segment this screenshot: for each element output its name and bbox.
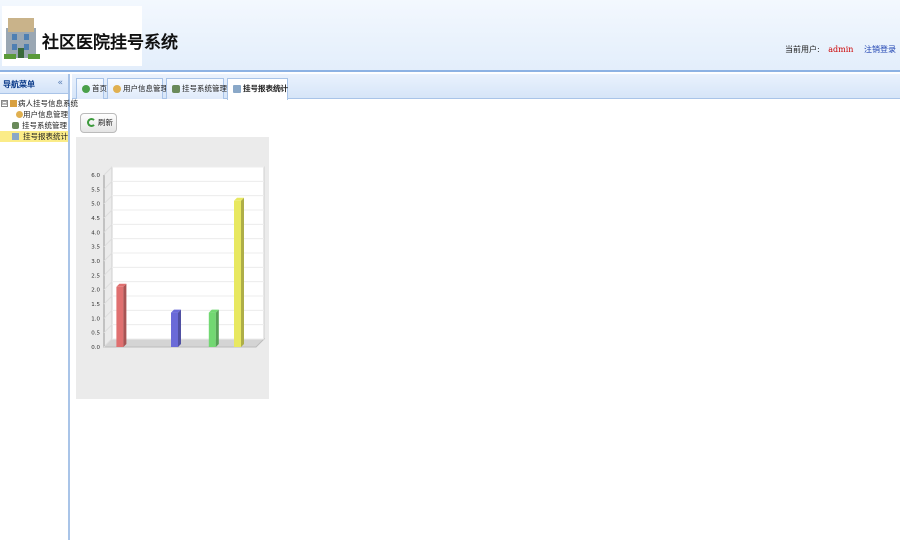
y-tick-label: 2.0: [91, 288, 100, 294]
home-icon: [82, 85, 90, 93]
sidebar: 导航菜单 « ⊟ 病人挂号信息系统 用户信息管理 挂号系统管理 挂号报表统计: [0, 74, 78, 540]
sidebar-item-label: 用户信息管理: [23, 110, 68, 119]
user-icon: [113, 85, 121, 93]
sidebar-item-user-info[interactable]: 用户信息管理: [0, 109, 68, 120]
bar: [234, 200, 241, 347]
y-tick-label: 4.5: [91, 216, 100, 222]
bar: [208, 312, 216, 347]
sidebar-header: 导航菜单 «: [0, 74, 68, 94]
y-tick-label: 5.5: [91, 187, 100, 193]
y-tick-label: 3.5: [91, 245, 100, 251]
sidebar-item-label: 挂号报表统计: [23, 132, 68, 141]
hospital-building-icon: [4, 18, 40, 59]
current-user-label: 当前用户:: [785, 45, 820, 54]
y-tick-label: 0.0: [91, 345, 100, 351]
user-icon: [16, 111, 23, 118]
tab-user-info[interactable]: 用户信息管理 ×: [107, 78, 168, 99]
grid-line-side: [103, 238, 113, 248]
bar-side: [123, 283, 127, 347]
tab-label: 首页: [92, 84, 107, 93]
folder-icon: [10, 100, 17, 107]
y-tick-label: 1.0: [91, 316, 100, 322]
y-tick-label: 5.0: [91, 202, 100, 208]
grid-line-side: [103, 209, 113, 219]
grid-line-side: [103, 281, 113, 291]
gear-icon: [172, 85, 180, 93]
grid-line-side: [103, 166, 113, 176]
tab-home[interactable]: 首页: [76, 78, 107, 99]
app-header: 社区医院挂号系统 当前用户: admin 注销登录: [0, 0, 900, 72]
chart-icon: [12, 133, 19, 140]
y-tick-label: 1.5: [91, 302, 100, 308]
y-tick-label: 2.5: [91, 273, 100, 279]
sidebar-item-report[interactable]: 挂号报表统计: [0, 131, 68, 142]
y-tick-label: 4.0: [91, 230, 100, 236]
tab-label: 挂号系统管理: [182, 84, 227, 93]
tree-root-label: 病人挂号信息系统: [18, 99, 78, 108]
collapse-icon[interactable]: «: [57, 78, 63, 88]
grid-line-side: [103, 324, 113, 334]
close-icon[interactable]: ×: [278, 79, 284, 99]
bar-side: [178, 309, 181, 347]
refresh-button[interactable]: 刷新: [80, 113, 117, 133]
sidebar-item-registration[interactable]: 挂号系统管理: [0, 120, 68, 131]
tab-registration[interactable]: 挂号系统管理 ×: [166, 78, 227, 99]
refresh-icon: [87, 118, 96, 127]
bar-side: [241, 197, 244, 347]
sidebar-title: 导航菜单: [3, 80, 35, 89]
refresh-label: 刷新: [98, 118, 113, 127]
grid-line-side: [103, 195, 113, 205]
tree-root[interactable]: ⊟ 病人挂号信息系统: [0, 98, 78, 109]
sidebar-item-label: 挂号系统管理: [22, 121, 67, 130]
tab-label: 用户信息管理: [123, 84, 168, 93]
y-tick-label: 3.0: [91, 259, 100, 265]
current-user-name: admin: [828, 45, 854, 54]
close-icon[interactable]: ×: [214, 79, 220, 99]
app-title: 社区医院挂号系统: [42, 33, 178, 53]
y-tick-label: 0.5: [91, 331, 100, 337]
chart-icon: [233, 85, 241, 93]
grid-line-side: [103, 180, 113, 190]
bar: [116, 286, 124, 347]
user-area: 当前用户: admin 注销登录: [785, 44, 896, 55]
bar: [171, 312, 178, 347]
grid-line-side: [103, 252, 113, 262]
tab-bar: 首页 用户信息管理 × 挂号系统管理 × 挂号报表统计 ×: [72, 74, 900, 100]
grid-line-side: [103, 295, 113, 305]
grid-line-side: [103, 266, 113, 276]
y-tick-label: 6.0: [91, 173, 100, 179]
tree-toggle-icon[interactable]: ⊟: [1, 100, 8, 107]
bar-side: [215, 309, 219, 347]
bar-chart: 0.0 0.5 1.0 1.5 2.0 2.5 3.0 3.5 4.0 4.5 5.0 5.5 6.0: [91, 166, 266, 351]
grid-line-side: [103, 223, 113, 233]
logout-link[interactable]: 注销登录: [864, 45, 896, 54]
tab-report[interactable]: 挂号报表统计 ×: [227, 78, 288, 100]
close-icon[interactable]: ×: [153, 79, 159, 99]
gear-icon: [12, 122, 19, 129]
grid-line-side: [103, 309, 113, 319]
logo: 社区医院挂号系统: [2, 6, 178, 66]
